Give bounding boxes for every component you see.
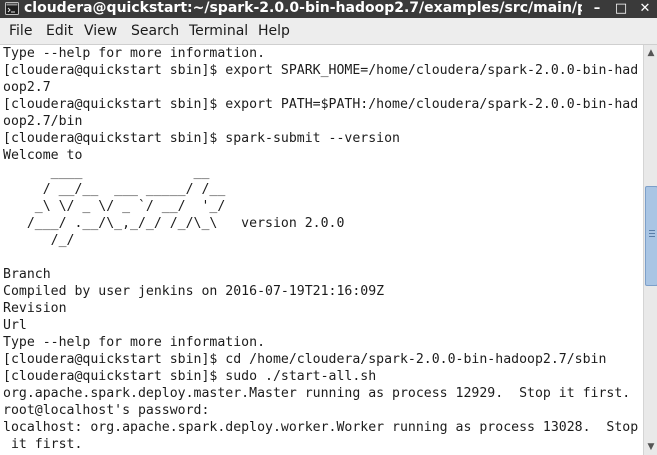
window-title: cloudera@quickstart:~/spark-2.0.0-bin-ha… bbox=[24, 0, 603, 16]
terminal-line: Url bbox=[3, 318, 27, 333]
terminal-line: Revision bbox=[3, 301, 67, 316]
terminal-icon bbox=[5, 2, 19, 15]
terminal-window: cloudera@quickstart:~/spark-2.0.0-bin-ha… bbox=[0, 0, 657, 455]
menu-help[interactable]: Help bbox=[258, 23, 290, 39]
terminal-line: [cloudera@quickstart sbin]$ export PATH=… bbox=[3, 97, 639, 112]
title-bar[interactable]: cloudera@quickstart:~/spark-2.0.0-bin-ha… bbox=[0, 0, 657, 18]
terminal-line: Branch bbox=[3, 267, 51, 282]
window-controls: – □ ✕ bbox=[582, 0, 657, 18]
arrow-down-icon[interactable]: ▼ bbox=[644, 441, 657, 453]
spark-logo-line: /_/ bbox=[3, 233, 75, 248]
spark-logo-line: / __/__ ___ _____/ /__ bbox=[3, 182, 226, 197]
menu-search[interactable]: Search bbox=[131, 23, 179, 39]
terminal-line: [cloudera@quickstart sbin]$ cd /home/clo… bbox=[3, 352, 607, 367]
terminal-line: [cloudera@quickstart sbin]$ sudo ./start… bbox=[3, 369, 377, 384]
terminal-line: [cloudera@quickstart sbin]$ export SPARK… bbox=[3, 63, 639, 78]
terminal-line: root@localhost's password: bbox=[3, 403, 210, 418]
terminal-line: oop2.7/bin bbox=[3, 114, 83, 129]
terminal-line: Compiled by user jenkins on 2016-07-19T2… bbox=[3, 284, 385, 299]
spark-logo-line: ____ __ bbox=[3, 165, 210, 180]
terminal-line: localhost: org.apache.spark.deploy.worke… bbox=[3, 420, 639, 435]
menu-file[interactable]: File bbox=[9, 23, 32, 39]
close-button[interactable]: ✕ bbox=[635, 0, 655, 18]
terminal-line: [cloudera@quickstart sbin]$ spark-submit… bbox=[3, 131, 400, 146]
menu-view[interactable]: View bbox=[84, 23, 117, 39]
terminal-line: Welcome to bbox=[3, 148, 83, 163]
scroll-grip bbox=[649, 230, 655, 231]
maximize-button[interactable]: □ bbox=[611, 0, 631, 18]
scroll-thumb[interactable] bbox=[645, 186, 657, 286]
menu-bar: File Edit View Search Terminal Help bbox=[0, 18, 657, 45]
terminal-line: Type --help for more information. bbox=[3, 335, 266, 350]
menu-terminal[interactable]: Terminal bbox=[189, 23, 248, 39]
spark-logo-line: _\ \/ _ \/ _ `/ __/ '_/ bbox=[3, 199, 226, 214]
spark-logo-line: /___/ .__/\_,_/_/ /_/\_\ version 2.0.0 bbox=[3, 216, 345, 231]
scroll-grip bbox=[649, 233, 655, 234]
menu-edit[interactable]: Edit bbox=[46, 23, 73, 39]
terminal-output[interactable]: Type --help for more information. [cloud… bbox=[0, 45, 643, 455]
minimize-button[interactable]: – bbox=[587, 0, 607, 18]
terminal-line: oop2.7 bbox=[3, 80, 51, 95]
terminal-line: org.apache.spark.deploy.master.Master ru… bbox=[3, 386, 631, 401]
terminal-line: it first. bbox=[3, 437, 83, 452]
scroll-grip bbox=[649, 236, 655, 237]
arrow-up-icon[interactable]: ▲ bbox=[644, 47, 657, 59]
terminal-line: Type --help for more information. bbox=[3, 46, 266, 61]
vertical-scrollbar[interactable]: ▲ ▼ bbox=[643, 45, 657, 455]
